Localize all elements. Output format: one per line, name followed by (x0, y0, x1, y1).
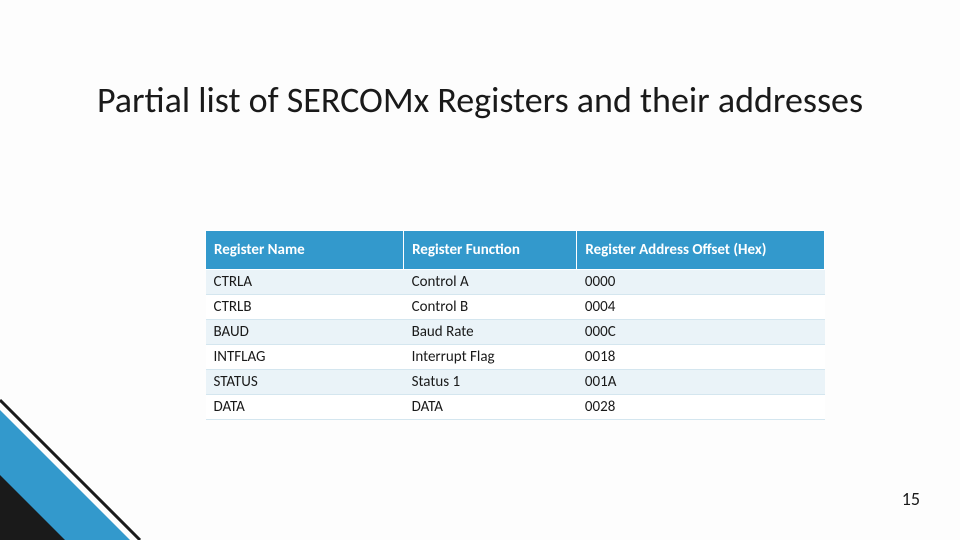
col-header-function: Register Function (404, 231, 577, 270)
cell-addr: 000C (577, 320, 825, 345)
cell-func: Baud Rate (404, 320, 577, 345)
page-number: 15 (902, 488, 920, 510)
cell-addr: 0004 (577, 295, 825, 320)
register-table: Register Name Register Function Register… (205, 230, 825, 420)
table-row: BAUD Baud Rate 000C (206, 320, 825, 345)
cell-func: Control A (404, 270, 577, 295)
cell-addr: 0018 (577, 345, 825, 370)
table-header-row: Register Name Register Function Register… (206, 231, 825, 270)
table-row: STATUS Status 1 001A (206, 370, 825, 395)
cell-addr: 0000 (577, 270, 825, 295)
slide-title: Partial list of SERCOMx Registers and th… (80, 80, 880, 121)
cell-func: Interrupt Flag (404, 345, 577, 370)
cell-func: DATA (404, 395, 577, 420)
col-header-name: Register Name (206, 231, 404, 270)
cell-name: CTRLB (206, 295, 404, 320)
cell-func: Control B (404, 295, 577, 320)
corner-accent-graphic (0, 380, 160, 540)
cell-name: STATUS (206, 370, 404, 395)
table-row: CTRLB Control B 0004 (206, 295, 825, 320)
table-row: INTFLAG Interrupt Flag 0018 (206, 345, 825, 370)
cell-name: INTFLAG (206, 345, 404, 370)
cell-name: DATA (206, 395, 404, 420)
cell-name: BAUD (206, 320, 404, 345)
cell-addr: 001A (577, 370, 825, 395)
table-row: CTRLA Control A 0000 (206, 270, 825, 295)
col-header-address: Register Address Offset (Hex) (577, 231, 825, 270)
cell-name: CTRLA (206, 270, 404, 295)
cell-addr: 0028 (577, 395, 825, 420)
cell-func: Status 1 (404, 370, 577, 395)
table-row: DATA DATA 0028 (206, 395, 825, 420)
